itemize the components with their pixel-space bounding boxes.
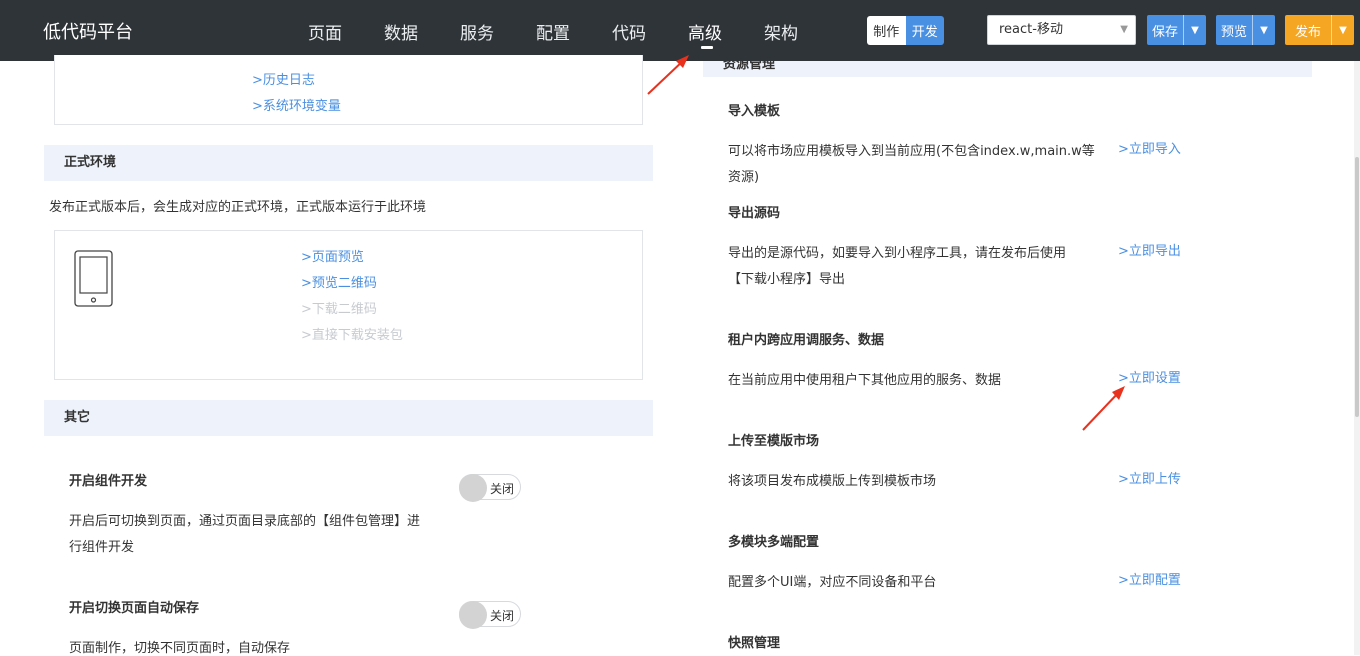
- preview-split-button: 预览 ▼: [1216, 15, 1275, 45]
- nav-tab-service[interactable]: 服务: [460, 19, 494, 44]
- import-now-link[interactable]: >立即导入: [1118, 138, 1181, 157]
- system-env-vars-link[interactable]: >系统环境变量: [252, 95, 341, 114]
- annotation-arrow-icon: [647, 55, 689, 95]
- other-section-title: 其它: [44, 400, 653, 436]
- configure-now-link[interactable]: >立即配置: [1118, 569, 1181, 588]
- history-log-link[interactable]: >历史日志: [252, 69, 315, 88]
- save-dropdown-icon[interactable]: ▼: [1183, 15, 1206, 45]
- toggle-label: 关闭: [490, 609, 515, 623]
- export-source-desc-line1: 导出的是源代码，如要导入到小程序工具，请在发布后使用: [728, 246, 1067, 261]
- resource-section-header: 资源管理: [703, 61, 1312, 77]
- chevron-down-icon: ▼: [1120, 24, 1128, 35]
- component-dev-toggle[interactable]: 关闭: [459, 474, 521, 502]
- component-dev-title: 开启组件开发: [69, 474, 148, 489]
- auto-save-toggle[interactable]: 关闭: [459, 601, 521, 629]
- auto-save-title: 开启切换页面自动保存: [69, 601, 200, 616]
- multi-module-desc: 配置多个UI端，对应不同设备和平台: [728, 575, 937, 590]
- component-dev-desc-line1: 开启后可切换到页面，通过页面目录底部的【组件包管理】进: [69, 514, 421, 529]
- app-title: 低代码平台: [43, 22, 133, 43]
- save-button[interactable]: 保存: [1147, 15, 1183, 45]
- mode-make-button[interactable]: 制作: [867, 16, 906, 45]
- mobile-device-icon: [74, 250, 113, 307]
- env-select[interactable]: react-移动 ▼: [987, 15, 1136, 45]
- nav-tab-architecture[interactable]: 架构: [764, 19, 798, 44]
- import-template-desc-line1: 可以将市场应用模板导入到当前应用(不包含index.w,main.w等: [728, 144, 1095, 159]
- upload-market-desc: 将该项目发布成模版上传到模板市场: [728, 474, 937, 489]
- multi-module-title: 多模块多端配置: [728, 535, 820, 550]
- export-now-link[interactable]: >立即导出: [1118, 240, 1181, 259]
- preview-button[interactable]: 预览: [1216, 15, 1252, 45]
- scrollbar[interactable]: [1354, 61, 1360, 655]
- download-package-link: >直接下载安装包: [301, 328, 403, 343]
- nav-tab-advanced[interactable]: 高级: [688, 19, 722, 44]
- download-qrcode-link: >下载二维码: [301, 302, 377, 317]
- export-source-title: 导出源码: [728, 206, 781, 221]
- toggle-knob: [459, 601, 487, 629]
- nav-tab-page[interactable]: 页面: [308, 19, 342, 44]
- save-split-button: 保存 ▼: [1147, 15, 1206, 45]
- auto-save-desc: 页面制作，切换不同页面时，自动保存: [69, 641, 291, 656]
- import-template-title: 导入模板: [728, 104, 781, 119]
- component-dev-desc-line2: 行组件开发: [69, 540, 135, 555]
- nav-tab-config[interactable]: 配置: [536, 19, 570, 44]
- mode-dev-button[interactable]: 开发: [905, 16, 944, 45]
- publish-split-button: 发布 ▼: [1285, 15, 1354, 45]
- upload-now-link[interactable]: >立即上传: [1118, 468, 1181, 487]
- scrollbar-thumb[interactable]: [1355, 157, 1359, 417]
- publish-dropdown-icon[interactable]: ▼: [1331, 15, 1354, 45]
- prod-env-description: 发布正式版本后，会生成对应的正式环境，正式版本运行于此环境: [49, 200, 427, 215]
- mode-toggle: 制作 开发: [867, 16, 944, 45]
- page-preview-link[interactable]: >页面预览: [301, 246, 364, 265]
- env-select-value: react-移动: [999, 22, 1063, 37]
- cross-app-service-title: 租户内跨应用调服务、数据: [728, 333, 885, 348]
- active-tab-indicator: [701, 46, 713, 49]
- upload-market-title: 上传至模版市场: [728, 434, 820, 449]
- preview-dropdown-icon[interactable]: ▼: [1252, 15, 1275, 45]
- snapshot-management-title: 快照管理: [728, 636, 781, 651]
- export-source-desc-line2: 【下载小程序】导出: [728, 272, 846, 287]
- import-template-desc-line2: 资源): [728, 170, 760, 185]
- nav-tab-data[interactable]: 数据: [384, 19, 418, 44]
- publish-button[interactable]: 发布: [1285, 15, 1331, 45]
- prod-env-section-title: 正式环境: [44, 145, 653, 181]
- toggle-knob: [459, 474, 487, 502]
- annotation-arrow-icon: [1082, 386, 1125, 431]
- nav-tab-code[interactable]: 代码: [612, 19, 646, 44]
- preview-qrcode-link[interactable]: >预览二维码: [301, 272, 377, 291]
- toggle-label: 关闭: [490, 482, 515, 496]
- resource-section-title: 资源管理: [723, 61, 776, 72]
- cross-app-service-desc: 在当前应用中使用租户下其他应用的服务、数据: [728, 373, 1002, 388]
- test-env-box: [54, 55, 643, 125]
